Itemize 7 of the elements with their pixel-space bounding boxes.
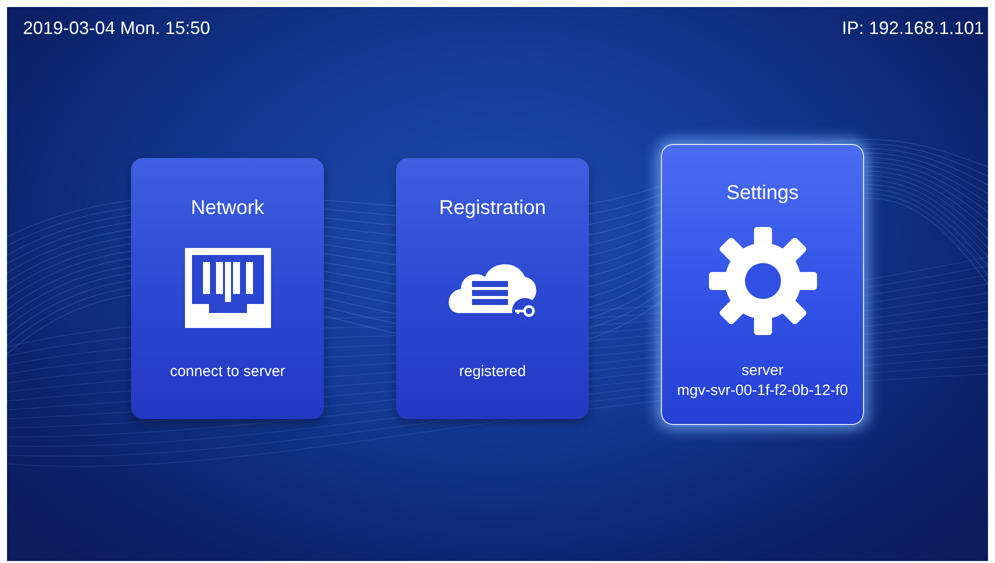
menu-tile[interactable]: Network connect to server xyxy=(131,158,324,419)
menu-tile[interactable]: Settings server mgv-svr-00-1f-f2-0b-12-f0 xyxy=(661,144,864,425)
network-port-icon xyxy=(184,248,270,328)
ip-address: IP: 192.168.1.101 xyxy=(842,17,984,40)
menu-tile[interactable]: Registration registered xyxy=(396,158,589,419)
gear-icon xyxy=(708,227,816,335)
date-time: 2019-03-04 Mon. 15:50 xyxy=(23,17,210,40)
